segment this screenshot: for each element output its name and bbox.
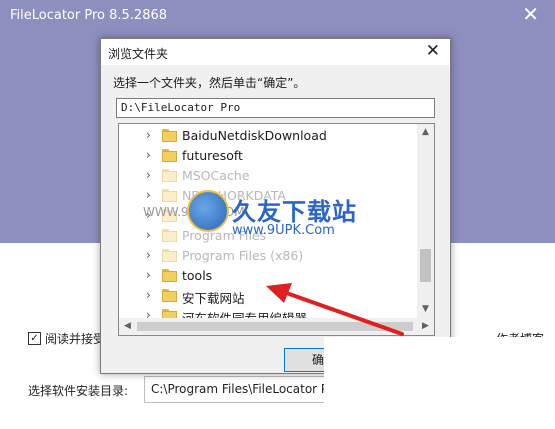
annotation-arrow-icon bbox=[266, 283, 404, 336]
